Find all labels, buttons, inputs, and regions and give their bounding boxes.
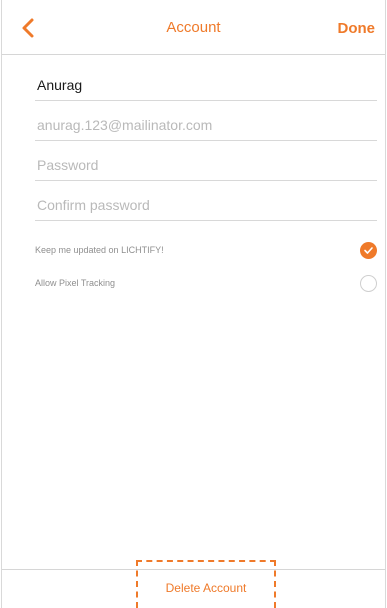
confirm-password-input[interactable] [35, 190, 377, 220]
delete-account-button[interactable]: Delete Account [136, 560, 276, 608]
name-input[interactable] [35, 70, 377, 100]
newsletter-option-label: Keep me updated on LICHTIFY! [35, 245, 164, 255]
email-input[interactable] [35, 110, 377, 140]
password-input[interactable] [35, 150, 377, 180]
account-form [35, 70, 377, 230]
confirm-password-field-row [35, 190, 377, 221]
password-field-row [35, 150, 377, 181]
account-screen: Account Done Keep me updated on LICHTIFY… [1, 0, 386, 608]
name-field-row [35, 70, 377, 101]
pixel-tracking-option[interactable]: Allow Pixel Tracking [35, 271, 377, 295]
pixel-tracking-option-label: Allow Pixel Tracking [35, 278, 116, 288]
checkmark-icon [364, 246, 373, 254]
bottom-toolbar: Delete Account [2, 560, 385, 608]
done-button[interactable]: Done [338, 20, 376, 37]
newsletter-checkbox[interactable] [360, 241, 377, 259]
newsletter-option[interactable]: Keep me updated on LICHTIFY! [35, 238, 377, 262]
pixel-tracking-checkbox[interactable] [360, 274, 377, 292]
page-title: Account [166, 19, 221, 36]
navigation-bar: Account Done [2, 0, 385, 55]
email-field-row [35, 110, 377, 141]
